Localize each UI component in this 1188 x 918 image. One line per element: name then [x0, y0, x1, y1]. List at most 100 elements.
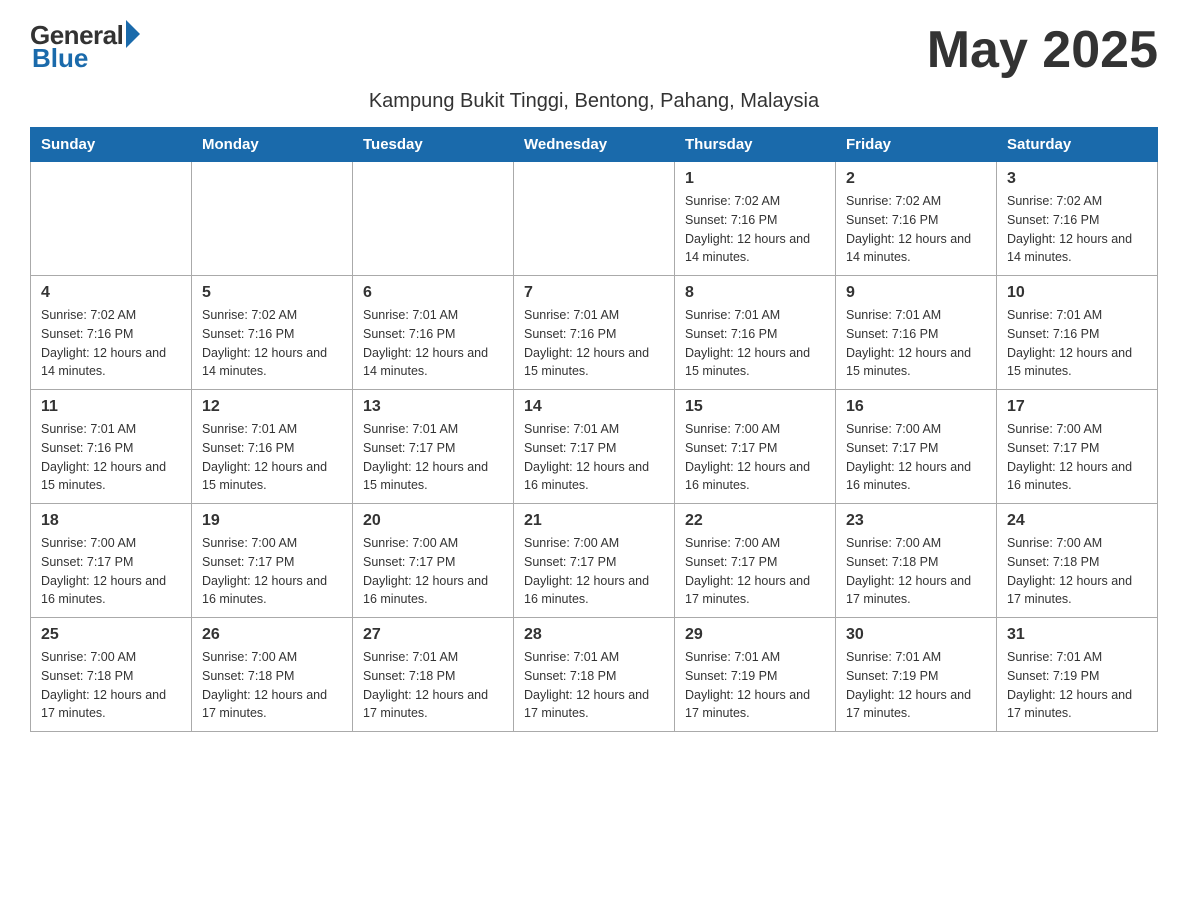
- day-number: 19: [202, 512, 342, 530]
- day-info: Sunrise: 7:00 AM Sunset: 7:17 PM Dayligh…: [41, 534, 181, 609]
- day-info: Sunrise: 7:01 AM Sunset: 7:16 PM Dayligh…: [41, 420, 181, 495]
- calendar-cell: 15 Sunrise: 7:00 AM Sunset: 7:17 PM Dayli…: [675, 390, 836, 504]
- day-info: Sunrise: 7:01 AM Sunset: 7:17 PM Dayligh…: [524, 420, 664, 495]
- calendar-cell: 31Sunrise: 7:01 AM Sunset: 7:19 PM Dayli…: [997, 618, 1158, 732]
- day-info: Sunrise: 7:01 AM Sunset: 7:16 PM Dayligh…: [846, 306, 986, 381]
- day-info: Sunrise: 7:00 AM Sunset: 7:17 PM Dayligh…: [363, 534, 503, 609]
- calendar-header-sunday: Sunday: [31, 128, 192, 162]
- calendar-header-thursday: Thursday: [675, 128, 836, 162]
- calendar-cell: 16 Sunrise: 7:00 AM Sunset: 7:17 PM Dayli…: [836, 390, 997, 504]
- day-info: Sunrise: 7:01 AM Sunset: 7:16 PM Dayligh…: [685, 306, 825, 381]
- day-info: Sunrise: 7:02 AM Sunset: 7:16 PM Dayligh…: [846, 192, 986, 267]
- calendar-cell: 1 Sunrise: 7:02 AM Sunset: 7:16 PM Daylig…: [675, 162, 836, 276]
- day-number: 11: [41, 398, 181, 416]
- day-info: Sunrise: 7:01 AM Sunset: 7:16 PM Dayligh…: [363, 306, 503, 381]
- day-info: Sunrise: 7:01 AM Sunset: 7:19 PM Dayligh…: [846, 648, 986, 723]
- calendar-header-friday: Friday: [836, 128, 997, 162]
- day-number: 10: [1007, 284, 1147, 302]
- day-number: 14: [524, 398, 664, 416]
- day-number: 3: [1007, 170, 1147, 188]
- day-info: Sunrise: 7:00 AM Sunset: 7:18 PM Dayligh…: [846, 534, 986, 609]
- day-number: 20: [363, 512, 503, 530]
- calendar-cell: 12 Sunrise: 7:01 AM Sunset: 7:16 PM Dayli…: [192, 390, 353, 504]
- day-info: Sunrise: 7:01 AM Sunset: 7:19 PM Dayligh…: [685, 648, 825, 723]
- day-number: 22: [685, 512, 825, 530]
- day-info: Sunrise: 7:02 AM Sunset: 7:16 PM Dayligh…: [685, 192, 825, 267]
- calendar-header-row: SundayMondayTuesdayWednesdayThursdayFrid…: [31, 128, 1158, 162]
- day-number: 24: [1007, 512, 1147, 530]
- calendar-cell: 5 Sunrise: 7:02 AM Sunset: 7:16 PM Daylig…: [192, 276, 353, 390]
- calendar-cell: 18 Sunrise: 7:00 AM Sunset: 7:17 PM Dayli…: [31, 504, 192, 618]
- day-info: Sunrise: 7:00 AM Sunset: 7:17 PM Dayligh…: [524, 534, 664, 609]
- day-number: 21: [524, 512, 664, 530]
- calendar-header-wednesday: Wednesday: [514, 128, 675, 162]
- day-number: 25: [41, 626, 181, 644]
- calendar-week-row: 11 Sunrise: 7:01 AM Sunset: 7:16 PM Dayli…: [31, 390, 1158, 504]
- day-info: Sunrise: 7:01 AM Sunset: 7:16 PM Dayligh…: [202, 420, 342, 495]
- day-info: Sunrise: 7:00 AM Sunset: 7:17 PM Dayligh…: [685, 534, 825, 609]
- day-info: Sunrise: 7:01 AM Sunset: 7:18 PM Dayligh…: [363, 648, 503, 723]
- calendar-header-tuesday: Tuesday: [353, 128, 514, 162]
- day-info: Sunrise: 7:01 AM Sunset: 7:18 PM Dayligh…: [524, 648, 664, 723]
- calendar-cell: 21 Sunrise: 7:00 AM Sunset: 7:17 PM Dayli…: [514, 504, 675, 618]
- calendar-cell: 10 Sunrise: 7:01 AM Sunset: 7:16 PM Dayli…: [997, 276, 1158, 390]
- calendar-header-monday: Monday: [192, 128, 353, 162]
- day-number: 2: [846, 170, 986, 188]
- calendar-week-row: 1 Sunrise: 7:02 AM Sunset: 7:16 PM Daylig…: [31, 162, 1158, 276]
- day-number: 12: [202, 398, 342, 416]
- day-info: Sunrise: 7:00 AM Sunset: 7:18 PM Dayligh…: [1007, 534, 1147, 609]
- calendar-cell: 19Sunrise: 7:00 AM Sunset: 7:17 PM Dayli…: [192, 504, 353, 618]
- day-number: 18: [41, 512, 181, 530]
- logo-triangle-icon: [126, 20, 140, 48]
- calendar-cell: 20 Sunrise: 7:00 AM Sunset: 7:17 PM Dayli…: [353, 504, 514, 618]
- calendar-week-row: 25 Sunrise: 7:00 AM Sunset: 7:18 PM Dayli…: [31, 618, 1158, 732]
- day-number: 16: [846, 398, 986, 416]
- day-number: 28: [524, 626, 664, 644]
- day-info: Sunrise: 7:00 AM Sunset: 7:18 PM Dayligh…: [41, 648, 181, 723]
- day-number: 31: [1007, 626, 1147, 644]
- day-info: Sunrise: 7:01 AM Sunset: 7:16 PM Dayligh…: [524, 306, 664, 381]
- day-number: 26: [202, 626, 342, 644]
- day-number: 1: [685, 170, 825, 188]
- calendar-cell: 29 Sunrise: 7:01 AM Sunset: 7:19 PM Dayli…: [675, 618, 836, 732]
- month-title: May 2025: [927, 20, 1158, 80]
- day-number: 27: [363, 626, 503, 644]
- day-info: Sunrise: 7:02 AM Sunset: 7:16 PM Dayligh…: [41, 306, 181, 381]
- calendar-cell: 23 Sunrise: 7:00 AM Sunset: 7:18 PM Dayli…: [836, 504, 997, 618]
- calendar-cell: 7 Sunrise: 7:01 AM Sunset: 7:16 PM Daylig…: [514, 276, 675, 390]
- subtitle: Kampung Bukit Tinggi, Bentong, Pahang, M…: [30, 90, 1158, 113]
- calendar-cell: 4 Sunrise: 7:02 AM Sunset: 7:16 PM Daylig…: [31, 276, 192, 390]
- calendar-cell: 26 Sunrise: 7:00 AM Sunset: 7:18 PM Dayli…: [192, 618, 353, 732]
- calendar-cell: 27 Sunrise: 7:01 AM Sunset: 7:18 PM Dayli…: [353, 618, 514, 732]
- day-info: Sunrise: 7:00 AM Sunset: 7:18 PM Dayligh…: [202, 648, 342, 723]
- logo-blue-text: Blue: [30, 43, 88, 74]
- day-number: 4: [41, 284, 181, 302]
- calendar-cell: 13Sunrise: 7:01 AM Sunset: 7:17 PM Dayli…: [353, 390, 514, 504]
- day-number: 6: [363, 284, 503, 302]
- day-number: 9: [846, 284, 986, 302]
- calendar-cell: [192, 162, 353, 276]
- calendar-cell: 11 Sunrise: 7:01 AM Sunset: 7:16 PM Dayli…: [31, 390, 192, 504]
- header: General Blue May 2025: [30, 20, 1158, 80]
- calendar-cell: 30 Sunrise: 7:01 AM Sunset: 7:19 PM Dayli…: [836, 618, 997, 732]
- day-info: Sunrise: 7:01 AM Sunset: 7:17 PM Dayligh…: [363, 420, 503, 495]
- day-number: 15: [685, 398, 825, 416]
- day-info: Sunrise: 7:00 AM Sunset: 7:17 PM Dayligh…: [685, 420, 825, 495]
- calendar-cell: 6 Sunrise: 7:01 AM Sunset: 7:16 PM Daylig…: [353, 276, 514, 390]
- calendar-cell: 17Sunrise: 7:00 AM Sunset: 7:17 PM Dayli…: [997, 390, 1158, 504]
- calendar-cell: 3Sunrise: 7:02 AM Sunset: 7:16 PM Daylig…: [997, 162, 1158, 276]
- day-number: 23: [846, 512, 986, 530]
- day-number: 7: [524, 284, 664, 302]
- calendar-week-row: 4 Sunrise: 7:02 AM Sunset: 7:16 PM Daylig…: [31, 276, 1158, 390]
- day-number: 17: [1007, 398, 1147, 416]
- day-number: 29: [685, 626, 825, 644]
- calendar-table: SundayMondayTuesdayWednesdayThursdayFrid…: [30, 127, 1158, 732]
- day-info: Sunrise: 7:01 AM Sunset: 7:16 PM Dayligh…: [1007, 306, 1147, 381]
- calendar-cell: 25 Sunrise: 7:00 AM Sunset: 7:18 PM Dayli…: [31, 618, 192, 732]
- day-number: 8: [685, 284, 825, 302]
- day-number: 30: [846, 626, 986, 644]
- day-number: 5: [202, 284, 342, 302]
- calendar-cell: 28 Sunrise: 7:01 AM Sunset: 7:18 PM Dayli…: [514, 618, 675, 732]
- day-info: Sunrise: 7:00 AM Sunset: 7:17 PM Dayligh…: [846, 420, 986, 495]
- day-info: Sunrise: 7:02 AM Sunset: 7:16 PM Dayligh…: [202, 306, 342, 381]
